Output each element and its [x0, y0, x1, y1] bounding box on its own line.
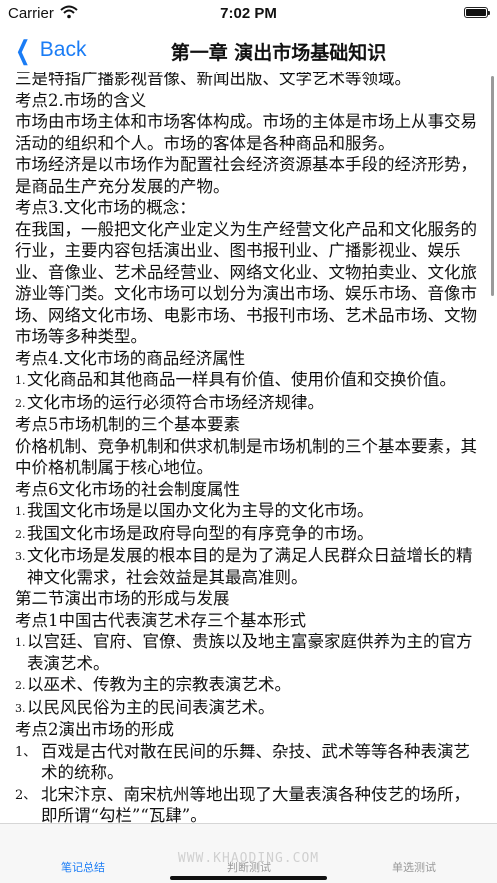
tab-bar: WWW.KHAODING.COM 笔记总结 判断测试 单选测试 [0, 823, 497, 883]
list-item-number: 2. [15, 527, 26, 541]
list-item-text: 以巫术、传教为主的宗教表演艺术。 [27, 675, 291, 694]
tab-true-false-test[interactable]: 判断测试 [166, 859, 332, 875]
list-item-text: 以宫廷、官府、官僚、贵族以及地主富豪家庭供养为主的官方表演艺术。 [27, 632, 473, 673]
back-button[interactable]: ❮ Back [12, 34, 87, 65]
battery-icon [464, 7, 490, 18]
list-item: 1. 文化商品和其他商品一样具有价值、使用价值和交换价值。 [15, 369, 485, 392]
list-item-number: 2. [15, 679, 26, 692]
home-indicator [170, 876, 327, 880]
list-item-number: 2. [15, 396, 26, 410]
list-item: 2. 文化市场的运行必须符合市场经济规律。 [15, 392, 485, 415]
list-item: 1、 百戏是古代对散在民间的乐舞、杂技、武术等等各种表演艺术的统称。 [15, 741, 485, 784]
list-item-text: 以民风民俗为主的民间表演艺术。 [27, 697, 275, 717]
section-heading: 考点5市场机制的三个基本要素 [15, 415, 240, 434]
list-item: 1. 我国文化市场是以国办文化为主导的文化市场。 [15, 500, 485, 523]
section-heading: 第二节演出市场的形成与发展 [15, 589, 230, 608]
list-item-number: 3. [15, 550, 26, 563]
notes-text: 三是特指广播影视音像、新闻出版、文学艺术等领域。考点2.市场的含义 市场由市场主体… [15, 72, 485, 824]
section-heading: 考点4.文化市场的商品经济属性 [15, 348, 246, 368]
tab-label: 单选测试 [392, 861, 436, 874]
list-item: 2、 北宋汴京、南宋杭州等地出现了大量表演各种伎艺的场所，即所谓“勾栏”“瓦肆”。 [15, 784, 485, 825]
list-item-text: 文化商品和其他商品一样具有价值、使用价值和交换价值。 [27, 370, 456, 389]
list-item-number: 1. [15, 505, 26, 518]
notes-content[interactable]: 三是特指广播影视音像、新闻出版、文学艺术等领域。考点2.市场的含义 市场由市场主体… [0, 72, 497, 824]
tab-label: 笔记总结 [61, 861, 105, 874]
navigation-bar: ❮ Back 第一章 演出市场基础知识 [0, 28, 497, 72]
list-item: 2. 我国文化市场是政府导向型的有序竞争的市场。 [15, 523, 485, 546]
list-item-number: 2、 [15, 787, 37, 803]
page-title: 第一章 演出市场基础知识 [170, 42, 387, 64]
status-bar: Carrier 7:02 PM [0, 0, 497, 28]
tab-label: 判断测试 [227, 861, 271, 874]
scrollbar[interactable] [491, 76, 494, 296]
list-item-text: 文化市场是发展的根本目的是为了满足人民群众日益增长的精神文化需求，社会效益是其最… [27, 546, 473, 587]
section-heading: 考点2.市场的含义 [15, 90, 147, 110]
tab-notes-summary[interactable]: 笔记总结 [0, 859, 166, 875]
list-item-number: 1. [15, 636, 26, 649]
section-heading: 考点6文化市场的社会制度属性 [15, 479, 240, 499]
list-item-text: 百戏是古代对散在民间的乐舞、杂技、武术等等各种表演艺术的统称。 [41, 741, 470, 783]
list-item: 2. 以巫术、传教为主的宗教表演艺术。 [15, 674, 485, 697]
list-item-number: 3. [15, 701, 26, 715]
list-item: 1. 以宫廷、官府、官僚、贵族以及地主富豪家庭供养为主的官方表演艺术。 [15, 631, 485, 674]
paragraph: 三是特指广播影视音像、新闻出版、文学艺术等领域。 [15, 72, 411, 88]
paragraph: 价格机制、竞争机制和供求机制是市场机制的三个基本要素，其中价格机制属于核心地位。 [15, 436, 477, 478]
list-item-number: 1. [15, 374, 26, 387]
list-item-text: 我国文化市场是政府导向型的有序竞争的市场。 [27, 523, 374, 543]
chevron-left-icon: ❮ [15, 34, 31, 65]
paragraph: 在我国，一般把文化产业定义为生产经营文化产品和文化服务的行业，主要内容包括演出业… [15, 219, 477, 347]
list-item-text: 我国文化市场是以国办文化为主导的文化市场。 [27, 501, 374, 520]
list-item-text: 北宋汴京、南宋杭州等地出现了大量表演各种伎艺的场所，即所谓“勾栏”“瓦肆”。 [41, 784, 470, 825]
list-item: 3. 文化市场是发展的根本目的是为了满足人民群众日益增长的精神文化需求，社会效益是… [15, 545, 485, 588]
tab-single-choice-test[interactable]: 单选测试 [331, 859, 497, 875]
section-heading: 考点3.文化市场的概念： [15, 198, 196, 217]
paragraph: 市场经济是以市场作为配置社会经济资源基本手段的经济形势，是商品生产充分发展的产物… [15, 155, 477, 196]
back-label: Back [39, 38, 87, 61]
section-heading: 考点1中国古代表演艺术存三个基本形式 [15, 610, 306, 630]
list-item-text: 文化市场的运行必须符合市场经济规律。 [27, 392, 324, 412]
list-item-number: 1、 [15, 744, 37, 760]
paragraph: 市场由市场主体和市场客体构成。市场的主体是市场上从事交易活动的组织和个人。市场的… [15, 112, 477, 153]
status-time: 7:02 PM [220, 5, 277, 22]
section-heading: 考点2演出市场的形成 [15, 720, 174, 739]
list-item: 3. 以民风民俗为主的民间表演艺术。 [15, 697, 485, 720]
